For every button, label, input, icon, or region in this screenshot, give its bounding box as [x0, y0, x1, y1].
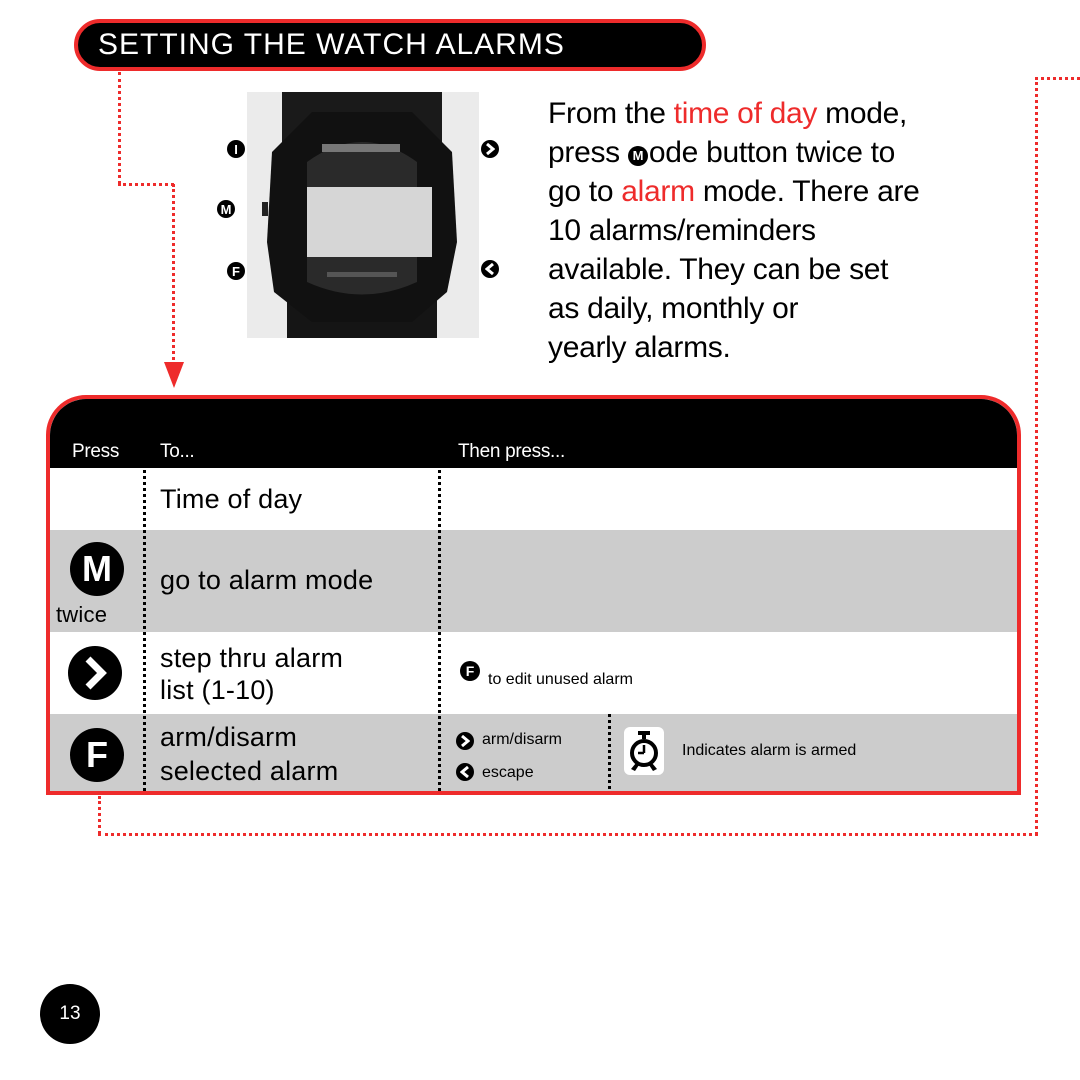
- intro-text: mode. There are: [694, 175, 920, 208]
- legend-text: Indicates alarm is armed: [682, 742, 857, 759]
- header-to: To...: [160, 441, 195, 462]
- column-divider: [143, 399, 146, 791]
- connector-line: [118, 72, 121, 184]
- connector-line: [118, 183, 174, 186]
- f-button-icon: F: [70, 728, 124, 782]
- highlight-time-of-day: time of day: [673, 97, 818, 130]
- intro-text: yearly alarms.: [548, 331, 731, 364]
- intro-text: From the: [548, 97, 674, 130]
- then-instruction: arm/disarm: [482, 731, 563, 748]
- watch-button-f: F: [227, 262, 245, 280]
- next-arrow-icon: [481, 140, 499, 158]
- row-action: list (1-10): [160, 675, 275, 705]
- intro-text: press: [548, 136, 628, 169]
- arrow-down-icon: [164, 362, 184, 388]
- header-then: Then press...: [458, 441, 565, 462]
- press-note: twice: [56, 602, 108, 627]
- back-arrow-icon: [481, 260, 499, 278]
- column-divider: [438, 399, 441, 791]
- watch-button-i: I: [227, 140, 245, 158]
- intro-text: as daily, monthly or: [548, 292, 799, 325]
- table-row: F arm/disarm selected alarm arm/disarm e…: [50, 714, 1017, 791]
- mode-button-icon: M: [70, 542, 124, 596]
- intro-text: go to: [548, 175, 622, 208]
- connector-line: [172, 184, 175, 360]
- highlight-alarm: alarm: [621, 175, 695, 208]
- table-row: step thru alarm list (1-10) F to edit un…: [50, 632, 1017, 714]
- connector-line: [98, 833, 1038, 836]
- then-instruction: to edit unused alarm: [488, 671, 633, 688]
- mode-button-icon: M: [627, 145, 648, 166]
- back-arrow-icon: [456, 763, 474, 781]
- row-action: Time of day: [160, 484, 303, 514]
- table-row: M twice go to alarm mode: [50, 530, 1017, 632]
- page-title: SETTING THE WATCH ALARMS: [98, 28, 565, 61]
- next-arrow-icon: [68, 646, 122, 700]
- row-action: arm/disarm: [160, 722, 298, 752]
- header-press: Press: [72, 441, 120, 462]
- table-header: Press To... Then press...: [50, 399, 1017, 468]
- intro-text: 10 alarms/reminders: [548, 214, 816, 247]
- row-action: selected alarm: [160, 756, 339, 786]
- column-divider: [608, 714, 611, 791]
- intro-text: ode button twice to: [648, 136, 896, 169]
- intro-paragraph: From the time of day mode, press Mode bu…: [548, 94, 998, 367]
- next-arrow-icon: [456, 732, 474, 750]
- connector-line: [1035, 77, 1080, 80]
- f-button-icon: F: [460, 661, 480, 681]
- alarm-clock-icon: [624, 727, 664, 775]
- row-action: go to alarm mode: [160, 565, 374, 595]
- watch-illustration: [262, 92, 457, 338]
- connector-line: [98, 796, 101, 834]
- intro-text: mode,: [817, 97, 908, 130]
- watch-button-m: M: [217, 200, 235, 218]
- connector-line: [1035, 77, 1038, 835]
- instructions-table: Press To... Then press... Time of day M …: [46, 395, 1021, 795]
- intro-text: available. They can be set: [548, 253, 889, 286]
- table-row: Time of day: [50, 468, 1017, 530]
- then-instruction: escape: [482, 764, 534, 781]
- row-action: step thru alarm: [160, 643, 344, 673]
- page-number: 13: [40, 984, 100, 1044]
